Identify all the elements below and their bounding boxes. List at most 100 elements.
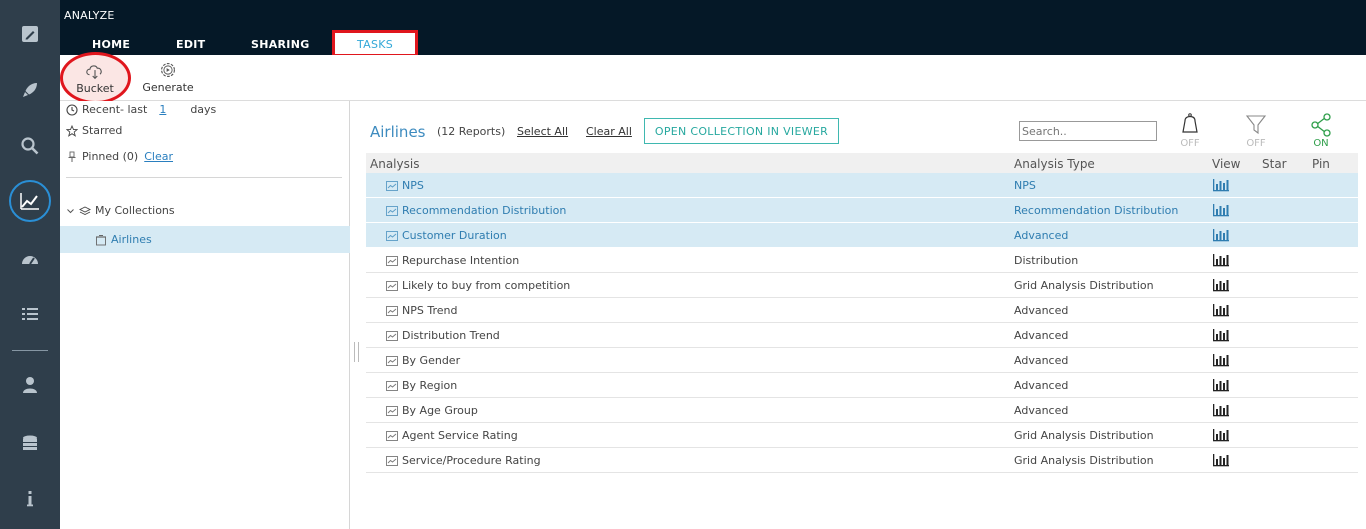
recent-filter: Recent- last 1 days [66, 103, 216, 116]
view-chart-button[interactable] [1212, 403, 1230, 420]
view-chart-button[interactable] [1212, 228, 1230, 245]
analysis-name-cell[interactable]: Recommendation Distribution [386, 204, 566, 217]
clear-pinned-link[interactable]: Clear [144, 150, 173, 163]
rocket-icon[interactable] [0, 70, 60, 110]
table-row[interactable]: NPS Trend Advanced [366, 298, 1358, 323]
my-collections-label: My Collections [95, 204, 175, 217]
view-chart-button[interactable] [1212, 278, 1230, 295]
filter-toggle[interactable]: OFF [1239, 112, 1273, 149]
analysis-name-cell[interactable]: By Region [386, 379, 457, 392]
my-collections-node[interactable]: My Collections [66, 204, 175, 217]
table-row[interactable]: By Region Advanced [366, 373, 1358, 398]
open-collection-button[interactable]: OPEN COLLECTION IN VIEWER [644, 118, 839, 144]
bar-chart-icon [1213, 254, 1229, 267]
chart-thumbnail-icon [386, 455, 398, 466]
col-analysis-type[interactable]: Analysis Type [1014, 157, 1095, 171]
clear-all-link[interactable]: Clear All [586, 125, 632, 138]
clock-icon [66, 103, 78, 116]
analysis-name-cell[interactable]: Customer Duration [386, 229, 507, 242]
recent-suffix: days [190, 103, 217, 116]
analysis-name: Customer Duration [402, 229, 507, 242]
collection-airlines-label: Airlines [111, 233, 152, 246]
info-icon[interactable] [0, 479, 60, 519]
gear-play-icon [161, 63, 175, 77]
pinned-label[interactable]: Pinned (0) [82, 150, 138, 163]
recent-prefix: Recent- last [82, 103, 148, 116]
view-chart-button[interactable] [1212, 353, 1230, 370]
view-chart-button[interactable] [1212, 428, 1230, 445]
panel-divider [66, 177, 342, 178]
dashboard-icon[interactable] [0, 239, 60, 279]
view-chart-button[interactable] [1212, 303, 1230, 320]
table-row[interactable]: NPS NPS [366, 173, 1358, 198]
analysis-name: Likely to buy from competition [402, 279, 571, 292]
analysis-type-cell: Grid Analysis Distribution [1014, 429, 1154, 442]
analysis-name: Agent Service Rating [402, 429, 518, 442]
analysis-type-cell: Advanced [1014, 329, 1069, 342]
table-row[interactable]: Distribution Trend Advanced [366, 323, 1358, 348]
table-row[interactable]: Recommendation Distribution Recommendatio… [366, 198, 1358, 223]
table-row[interactable]: By Gender Advanced [366, 348, 1358, 373]
starred-filter[interactable]: Starred [66, 124, 122, 137]
tab-edit[interactable]: EDIT [176, 38, 205, 51]
bar-chart-icon [1213, 354, 1229, 367]
table-row[interactable]: Repurchase Intention Distribution [366, 248, 1358, 273]
analysis-type-cell: Advanced [1014, 354, 1069, 367]
search-icon[interactable] [0, 126, 60, 166]
analyze-chart-icon[interactable] [0, 180, 60, 222]
alert-toggle-label: OFF [1180, 138, 1200, 149]
analysis-name-cell[interactable]: Agent Service Rating [386, 429, 518, 442]
app-title: ANALYZE [64, 9, 115, 22]
tab-home[interactable]: HOME [92, 38, 130, 51]
table-row[interactable]: Likely to buy from competition Grid Analy… [366, 273, 1358, 298]
analysis-name-cell[interactable]: By Gender [386, 354, 460, 367]
analysis-name-cell[interactable]: NPS Trend [386, 304, 457, 317]
collection-title: Airlines [370, 123, 426, 141]
view-chart-button[interactable] [1212, 378, 1230, 395]
bucket-label: Bucket [76, 82, 114, 95]
edit-icon[interactable] [0, 14, 60, 54]
analysis-name: NPS [402, 179, 424, 192]
panel-resize-handle[interactable] [354, 342, 359, 362]
analysis-name-cell[interactable]: Likely to buy from competition [386, 279, 570, 292]
search-input[interactable] [1019, 121, 1157, 141]
analysis-type-cell: Advanced [1014, 379, 1069, 392]
table-row[interactable]: Service/Procedure Rating Grid Analysis Di… [366, 448, 1358, 473]
generate-button[interactable]: Generate [138, 55, 198, 101]
alert-toggle[interactable]: OFF [1173, 112, 1207, 149]
analysis-name-cell[interactable]: Distribution Trend [386, 329, 500, 342]
pinned-filter: Pinned (0) Clear [66, 150, 173, 163]
list-icon[interactable] [0, 294, 60, 334]
col-analysis[interactable]: Analysis [370, 157, 419, 171]
bucket-button[interactable]: Bucket [60, 52, 131, 104]
bucket-icon [96, 234, 106, 245]
database-icon[interactable] [0, 424, 60, 464]
analysis-type-cell: Advanced [1014, 304, 1069, 317]
select-all-link[interactable]: Select All [517, 125, 568, 138]
view-chart-button[interactable] [1212, 203, 1230, 220]
top-header: ANALYZE HOME EDIT SHARING TASKS [60, 0, 1366, 57]
view-chart-button[interactable] [1212, 453, 1230, 470]
view-chart-button[interactable] [1212, 178, 1230, 195]
recent-days-input[interactable]: 1 [159, 103, 166, 116]
analysis-name-cell[interactable]: Service/Procedure Rating [386, 454, 541, 467]
tab-sharing[interactable]: SHARING [251, 38, 310, 51]
tab-tasks[interactable]: TASKS [332, 30, 418, 57]
bar-chart-icon [1213, 429, 1229, 442]
analysis-type-cell: Advanced [1014, 404, 1069, 417]
table-row[interactable]: By Age Group Advanced [366, 398, 1358, 423]
analysis-name-cell[interactable]: Repurchase Intention [386, 254, 519, 267]
user-icon[interactable] [0, 365, 60, 405]
table-row[interactable]: Customer Duration Advanced [366, 223, 1358, 248]
chevron-down-icon [67, 208, 74, 213]
collection-airlines-row[interactable]: Airlines [95, 233, 152, 246]
analysis-name-cell[interactable]: By Age Group [386, 404, 478, 417]
view-chart-button[interactable] [1212, 328, 1230, 345]
bar-chart-icon [1213, 329, 1229, 342]
share-icon [1311, 113, 1331, 137]
view-chart-button[interactable] [1212, 253, 1230, 270]
analysis-name-cell[interactable]: NPS [386, 179, 424, 192]
table-row[interactable]: Agent Service Rating Grid Analysis Distri… [366, 423, 1358, 448]
share-toggle[interactable]: ON [1304, 112, 1338, 149]
table-body: NPS NPS Recommendation Distribution Recomme… [366, 173, 1358, 473]
